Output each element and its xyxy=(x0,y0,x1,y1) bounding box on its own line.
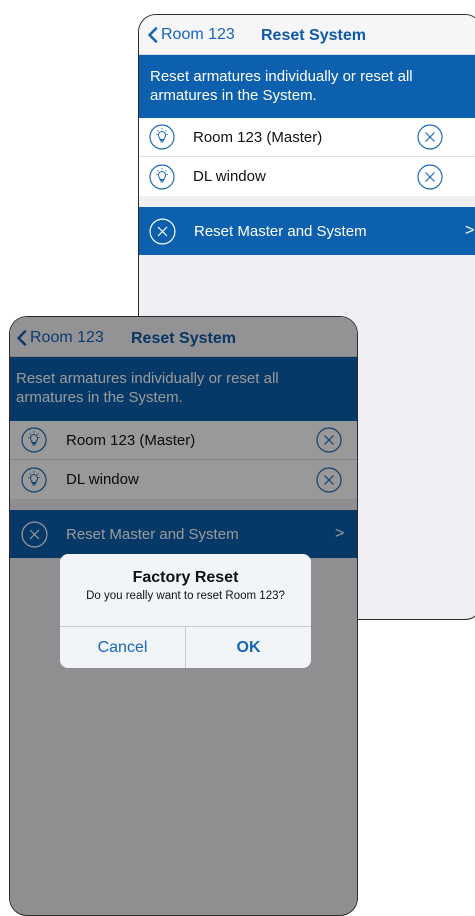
dialog-button-bar: Cancel OK xyxy=(60,626,311,668)
factory-reset-dialog: Factory Reset Do you really want to rese… xyxy=(60,554,311,668)
cancel-button[interactable]: Cancel xyxy=(60,627,185,668)
dialog-title: Factory Reset xyxy=(132,569,239,586)
close-circle-icon[interactable] xyxy=(417,124,443,150)
close-circle-icon xyxy=(149,218,176,245)
dialog-message: Do you really want to reset Room 123? xyxy=(86,590,285,602)
phone-screen-dialog: Room 123 Reset System Reset armatures in… xyxy=(9,316,358,916)
reset-master-system-button[interactable]: Reset Master and System > xyxy=(139,207,475,255)
page-title: Reset System xyxy=(261,27,366,44)
back-label: Room 123 xyxy=(161,26,235,43)
device-label: DL window xyxy=(193,168,266,185)
device-row-dl-window[interactable]: DL window xyxy=(139,157,475,196)
lightbulb-icon xyxy=(149,164,175,190)
section-gap xyxy=(139,196,475,207)
navigation-bar: Room 123 Reset System xyxy=(139,15,475,55)
reset-label: Reset Master and System xyxy=(194,222,367,240)
device-list: Room 123 (Master) DL window xyxy=(139,118,475,196)
chevron-right-icon: > xyxy=(465,222,475,239)
chevron-left-icon xyxy=(147,27,158,43)
info-banner: Reset armatures individually or reset al… xyxy=(139,55,475,118)
lightbulb-icon xyxy=(149,124,175,150)
device-row-master[interactable]: Room 123 (Master) xyxy=(139,118,475,157)
ok-button[interactable]: OK xyxy=(185,627,311,668)
device-label: Room 123 (Master) xyxy=(193,128,323,146)
back-button[interactable]: Room 123 xyxy=(147,26,235,44)
close-circle-icon[interactable] xyxy=(417,164,443,190)
